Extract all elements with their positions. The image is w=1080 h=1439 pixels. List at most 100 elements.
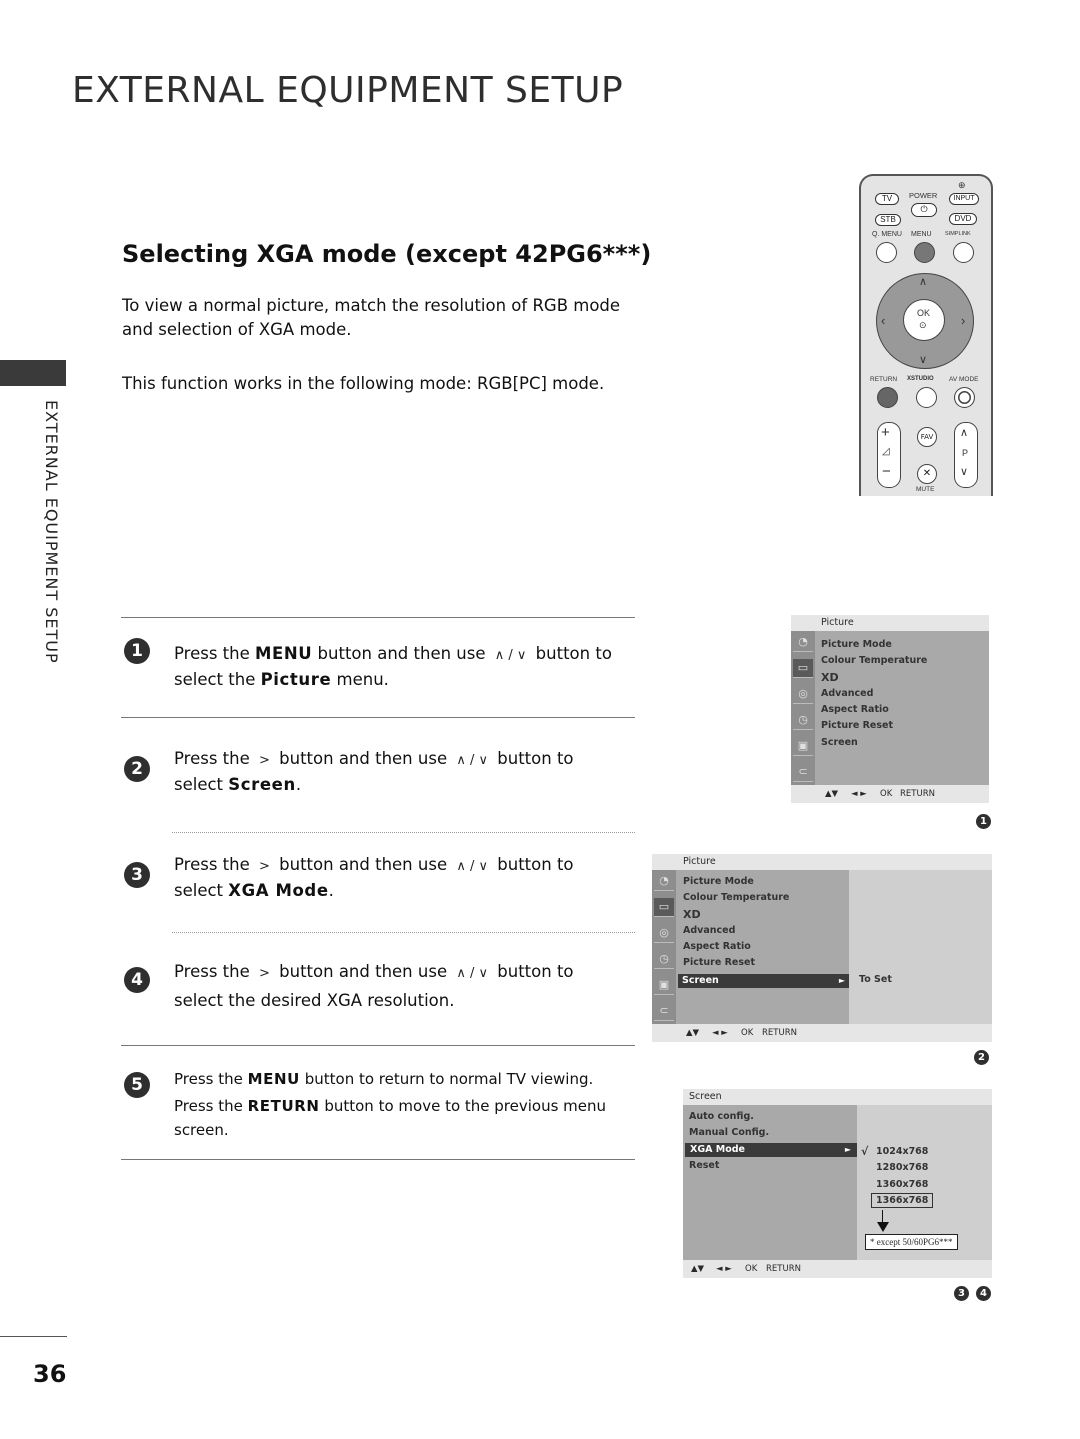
volume-plus-icon: + xyxy=(881,424,890,441)
satellite-icon: ◔ xyxy=(793,633,813,652)
picture-icon: ▭ xyxy=(793,659,813,678)
model-exception-note: * except 50/60PG6*** xyxy=(865,1234,958,1250)
divider-dotted xyxy=(172,932,635,933)
dvd-button: DVD xyxy=(949,213,977,225)
menu-item-xd: XD xyxy=(821,671,839,684)
up-down-arrows-icon: ∧ / ∨ xyxy=(456,859,489,874)
remote-control-illustration: TV POWER ⏻ ⊕ INPUT STB DVD Q. MENU MENU … xyxy=(859,174,993,496)
menu-item: Colour Temperature xyxy=(821,655,928,666)
up-arrow-icon: ∧ xyxy=(919,276,928,288)
step-4-text: Press the > button and then use ∧ / ∨ bu… xyxy=(174,962,574,1010)
page-number: 36 xyxy=(33,1360,67,1388)
avmode-button xyxy=(954,387,975,408)
clock-icon: ◷ xyxy=(654,950,674,969)
menu-item-xd: XD xyxy=(683,908,701,921)
mute-label: MUTE xyxy=(916,486,935,493)
simplink-label: SIMPLINK xyxy=(945,231,971,237)
xstudio-button xyxy=(916,387,937,408)
channel-up-icon: ∧ xyxy=(960,427,969,439)
menu-item: Picture Reset xyxy=(683,957,755,968)
step-2-text: Press the > button and then use ∧ / ∨ bu… xyxy=(174,749,574,794)
figure-badge: 1 xyxy=(976,814,991,829)
figure-badge: 3 xyxy=(954,1286,969,1301)
osd-header: Picture xyxy=(821,617,854,628)
volume-icon: ◿ xyxy=(882,446,890,457)
menu-label: MENU xyxy=(911,231,932,238)
menu-item: Reset xyxy=(689,1160,720,1171)
down-arrow-icon: ∨ xyxy=(919,354,928,366)
step-1-text: Press the MENU button and then use ∧ / ∨… xyxy=(174,644,612,689)
input-button: INPUT xyxy=(949,193,979,205)
mute-icon: ✕ xyxy=(917,464,937,484)
step-number: 1 xyxy=(124,638,150,664)
power-icon: ⏻ xyxy=(911,203,937,217)
input-icon: ⊂ xyxy=(793,763,813,782)
power-label: POWER xyxy=(909,191,938,200)
channel-down-icon: ∨ xyxy=(960,466,969,478)
osd-footer: ▲▼ ◄ ► OK RETURN xyxy=(683,1260,992,1278)
ok-label: OK xyxy=(917,308,931,318)
submenu-value: To Set xyxy=(859,974,892,985)
ok-dot-icon: ⊙ xyxy=(919,320,927,330)
menu-item: Advanced xyxy=(683,925,736,936)
picture-icon: ▭ xyxy=(654,898,674,917)
resolution-option: 1280x768 xyxy=(876,1162,929,1173)
option-icon: ▣ xyxy=(793,737,813,756)
resolution-option: 1024x768 xyxy=(876,1146,929,1157)
right-arrow-icon: > xyxy=(259,859,270,874)
osd-picture-menu: Picture ◔ ▭ ◎ ◷ ▣ ⊂ Picture Mode Colour … xyxy=(791,615,989,803)
audio-icon: ◎ xyxy=(654,924,674,943)
up-down-arrows-icon: ∧ / ∨ xyxy=(456,966,489,981)
return-button xyxy=(877,387,898,408)
qmenu-button xyxy=(876,242,897,263)
menu-item: Auto config. xyxy=(689,1111,754,1122)
audio-icon: ◎ xyxy=(793,685,813,704)
menu-item: Aspect Ratio xyxy=(821,704,889,715)
return-label: RETURN xyxy=(870,376,898,383)
input-source-icon: ⊕ xyxy=(958,180,966,190)
step-3-text: Press the > button and then use ∧ / ∨ bu… xyxy=(174,855,574,900)
osd-footer: ▲▼ ◄ ► OK RETURN xyxy=(652,1024,992,1042)
step-number: 4 xyxy=(124,967,150,993)
section-title: Selecting XGA mode (except 42PG6***) xyxy=(122,240,652,268)
menu-item: Manual Config. xyxy=(689,1127,770,1138)
qmenu-label: Q. MENU xyxy=(872,231,902,238)
volume-minus-icon: − xyxy=(882,463,891,480)
right-arrow-icon: › xyxy=(961,313,966,328)
side-section-label-text: EXTERNAL EQUIPMENT SETUP xyxy=(42,400,61,664)
xstudio-label: XSTUDIO xyxy=(907,376,934,382)
submenu-arrow-icon: ► xyxy=(844,1145,851,1154)
menu-item: Picture Reset xyxy=(821,720,893,731)
menu-item: Aspect Ratio xyxy=(683,941,751,952)
osd-footer: ▲▼ ◄ ► OK RETURN xyxy=(791,785,989,803)
left-arrow-icon: ‹ xyxy=(881,313,886,328)
tv-button: TV xyxy=(875,193,899,205)
side-section-label: EXTERNAL EQUIPMENT SETUP xyxy=(42,400,68,700)
input-icon: ⊂ xyxy=(654,1002,674,1021)
menu-item: Advanced xyxy=(821,688,874,699)
step-5-text: Press the MENU button to return to norma… xyxy=(174,1070,607,1139)
osd-header: Picture xyxy=(683,856,716,867)
intro-paragraph: To view a normal picture, match the reso… xyxy=(122,296,621,339)
divider xyxy=(121,617,635,618)
divider xyxy=(121,717,635,718)
step-number: 2 xyxy=(124,756,150,782)
submenu-arrow-icon: ► xyxy=(838,976,845,985)
menu-item: Screen xyxy=(821,737,858,748)
divider xyxy=(121,1045,635,1046)
right-arrow-icon: > xyxy=(259,753,270,768)
step-number: 5 xyxy=(124,1072,150,1098)
menu-item: Picture Mode xyxy=(821,639,892,650)
menu-item: Colour Temperature xyxy=(683,892,790,903)
clock-icon: ◷ xyxy=(793,711,813,730)
osd-screen-menu: Screen Auto config. Manual Config. XGA M… xyxy=(683,1089,992,1278)
step-number: 3 xyxy=(124,862,150,888)
option-icon: ▣ xyxy=(654,976,674,995)
satellite-icon: ◔ xyxy=(654,872,674,891)
menu-item-selected: XGA Mode ► xyxy=(685,1143,860,1157)
page-title: EXTERNAL EQUIPMENT SETUP xyxy=(72,70,624,111)
annotation-arrow-icon xyxy=(877,1222,889,1232)
resolution-option: 1360x768 xyxy=(876,1179,929,1190)
menu-item: Picture Mode xyxy=(683,876,754,887)
figure-badge: 4 xyxy=(976,1286,991,1301)
